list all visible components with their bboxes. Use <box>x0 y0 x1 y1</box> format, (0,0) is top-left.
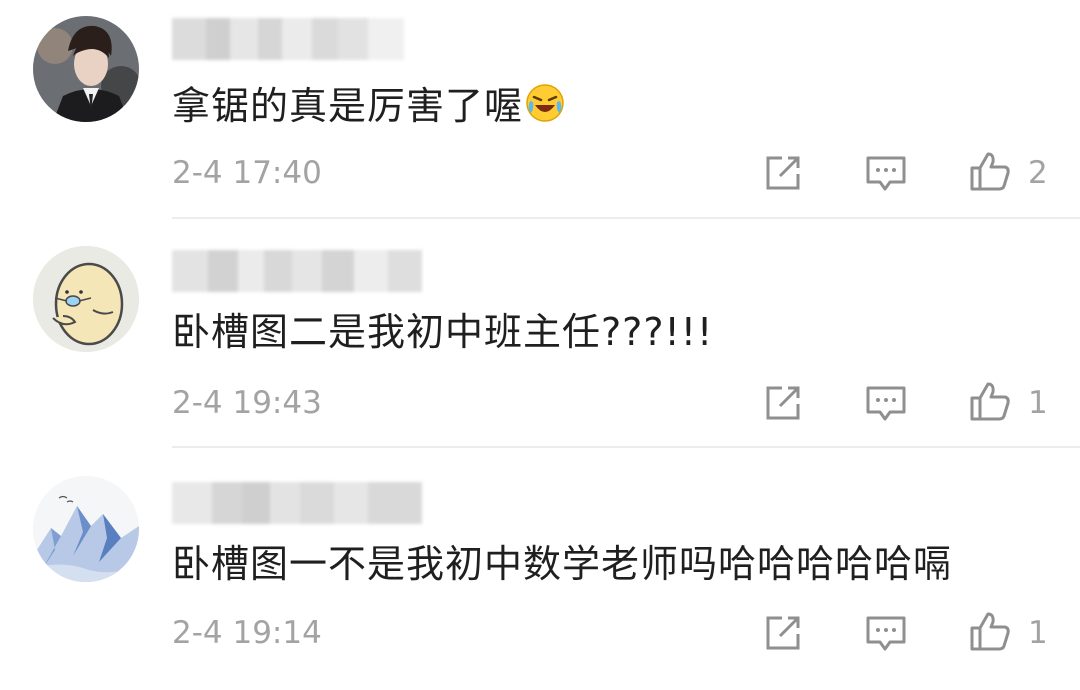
divider <box>172 446 1080 448</box>
share-square-icon <box>766 386 800 420</box>
like-count: 2 <box>1028 155 1048 191</box>
thumbs-up-icon <box>970 382 1010 421</box>
reply-button[interactable] <box>865 152 907 194</box>
comment-bubble-icon <box>866 616 906 651</box>
reply-button[interactable] <box>865 612 907 654</box>
username-redacted[interactable] <box>172 250 422 292</box>
comment-text: 卧槽图一不是我初中数学老师吗哈哈哈哈哈嗝 <box>172 542 953 586</box>
username-redacted[interactable] <box>172 482 422 524</box>
comment-item: 卧槽图一不是我初中数学老师吗哈哈哈哈哈嗝 2-4 19:14 1 <box>0 460 1080 690</box>
share-square-icon <box>766 156 800 190</box>
laughing-crying-emoji-icon <box>526 84 564 122</box>
comment-time: 2-4 19:43 <box>172 385 322 421</box>
comment-bubble-icon <box>866 386 906 421</box>
like-count: 1 <box>1028 615 1048 651</box>
avatar[interactable] <box>33 246 139 352</box>
comment-text: 卧槽图二是我初中班主任???!!! <box>172 310 714 354</box>
comment-text-content: 拿锯的真是厉害了喔 <box>172 84 524 128</box>
repost-button[interactable] <box>762 612 804 654</box>
comment-time: 2-4 19:14 <box>172 615 322 651</box>
like-button[interactable] <box>969 610 1011 652</box>
repost-button[interactable] <box>762 152 804 194</box>
like-button[interactable] <box>969 380 1011 422</box>
comment-bubble-icon <box>866 156 906 191</box>
share-square-icon <box>766 616 800 650</box>
comment-item: 卧槽图二是我初中班主任???!!! 2-4 19:43 1 <box>0 230 1080 460</box>
reply-button[interactable] <box>865 382 907 424</box>
thumbs-up-icon <box>970 152 1010 191</box>
comment-text: 拿锯的真是厉害了喔 <box>172 83 565 125</box>
comment-item: 拿锯的真是厉害了喔 2-4 17:40 2 <box>0 0 1080 230</box>
username-redacted[interactable] <box>172 18 422 60</box>
divider <box>172 217 1080 219</box>
thumbs-up-icon <box>970 612 1010 651</box>
like-button[interactable] <box>969 150 1011 192</box>
repost-button[interactable] <box>762 382 804 424</box>
comment-time: 2-4 17:40 <box>172 155 322 191</box>
avatar[interactable] <box>33 476 139 582</box>
avatar[interactable] <box>33 16 139 122</box>
like-count: 1 <box>1028 385 1048 421</box>
